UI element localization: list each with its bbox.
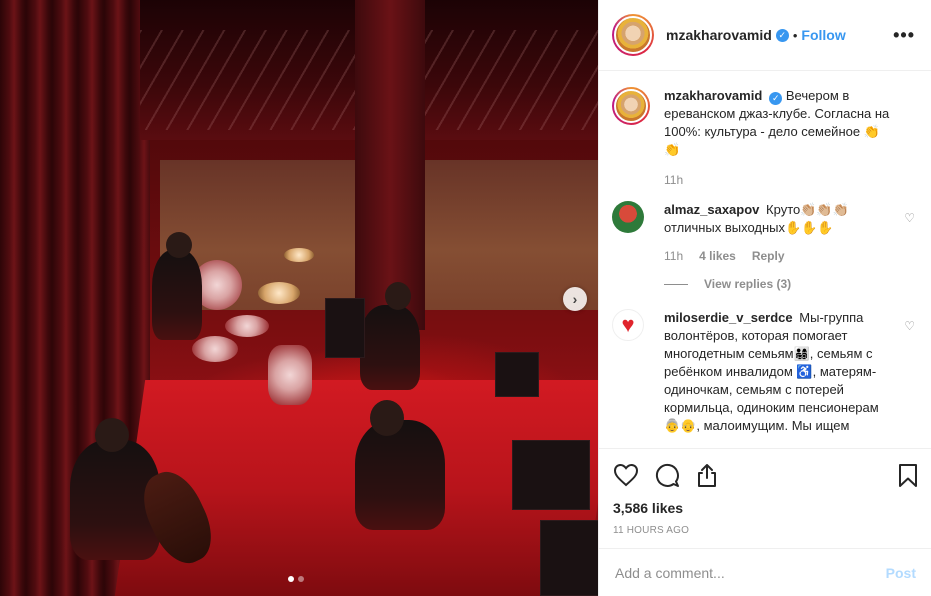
comment-item: almaz_saxapov Круто👏🏼👏🏼👏🏼 отличных выход… — [612, 201, 915, 265]
caption-time[interactable]: 11h — [664, 171, 683, 189]
caption-author[interactable]: mzakharovamid — [664, 88, 762, 103]
clarinet-player-head — [385, 282, 411, 310]
comment-likes[interactable]: 4 likes — [699, 247, 736, 265]
comment-input[interactable] — [615, 564, 886, 581]
cellist-head — [95, 418, 129, 452]
reply-button[interactable]: Reply — [752, 247, 785, 265]
floor-tom — [268, 345, 312, 405]
guitarist-head — [370, 400, 404, 436]
hihat — [284, 248, 314, 262]
comment-like-heart-icon[interactable]: ♡ — [904, 319, 915, 333]
clarinet-player — [360, 305, 420, 390]
post-actions: 3,586 likes 11 HOURS AGO — [599, 448, 931, 536]
comments-list[interactable]: mzakharovamid ✓ Вечером в ереванском джаз… — [599, 71, 931, 448]
guitarist — [355, 420, 445, 530]
carousel-next-button[interactable]: › — [563, 287, 587, 311]
comment-icon[interactable] — [655, 463, 680, 488]
post-timestamp[interactable]: 11 HOURS AGO — [613, 525, 918, 536]
replies-line — [664, 283, 688, 285]
author-avatar[interactable] — [612, 14, 654, 56]
carousel-dot-2 — [298, 576, 304, 582]
floor-speaker — [540, 520, 598, 596]
view-replies-button[interactable]: View replies (3) — [664, 277, 915, 291]
comment-time[interactable]: 11h — [664, 247, 683, 265]
stage-monitor — [495, 352, 539, 397]
drummer-head — [166, 232, 192, 258]
commenter-username[interactable]: almaz_saxapov — [664, 202, 759, 217]
post-comment-button[interactable]: Post — [886, 565, 916, 581]
heart-icon[interactable] — [613, 463, 639, 488]
bookmark-icon[interactable] — [898, 463, 918, 488]
snare-drum — [192, 336, 238, 362]
amp — [325, 298, 365, 358]
follow-button[interactable]: Follow — [801, 27, 845, 43]
separator-dot: • — [792, 27, 798, 43]
carousel-indicator — [288, 576, 304, 582]
caption-author-avatar[interactable] — [612, 87, 650, 125]
cymbal — [258, 282, 300, 304]
add-comment-bar: Post — [599, 548, 931, 596]
commenter-avatar[interactable] — [612, 201, 644, 233]
post-side-panel: mzakharovamid ✓ • Follow ••• mzakharovam… — [598, 0, 931, 596]
post-modal: › mzakharovamid ✓ • Follow ••• mzakharov… — [0, 0, 931, 596]
verified-icon: ✓ — [775, 28, 789, 42]
heart-logo-icon: ♥ — [621, 312, 635, 337]
more-icon[interactable]: ••• — [893, 25, 915, 46]
author-username[interactable]: mzakharovamid — [666, 27, 772, 43]
view-replies-label: View replies (3) — [704, 277, 792, 291]
likes-count[interactable]: 3,586 likes — [613, 500, 918, 516]
comment-item: ♥ miloserdie_v_serdce Мы-группа волонтёр… — [612, 309, 915, 435]
comment-like-heart-icon[interactable]: ♡ — [904, 211, 915, 225]
carousel-dot-1 — [288, 576, 294, 582]
post-header: mzakharovamid ✓ • Follow ••• — [599, 0, 931, 71]
pillar — [355, 0, 425, 330]
comment-text: Мы-группа волонтёров, которая помогает м… — [664, 310, 879, 433]
tom-drum — [225, 315, 269, 337]
caption: mzakharovamid ✓ Вечером в ереванском джаз… — [612, 87, 915, 189]
post-photo[interactable]: › — [0, 0, 598, 596]
drummer — [152, 250, 202, 340]
chevron-right-icon: › — [572, 291, 578, 307]
commenter-avatar[interactable]: ♥ — [612, 309, 644, 341]
commenter-username[interactable]: miloserdie_v_serdce — [664, 310, 793, 325]
share-icon[interactable] — [696, 463, 718, 488]
verified-icon: ✓ — [769, 91, 783, 105]
stage-speaker — [512, 440, 590, 510]
